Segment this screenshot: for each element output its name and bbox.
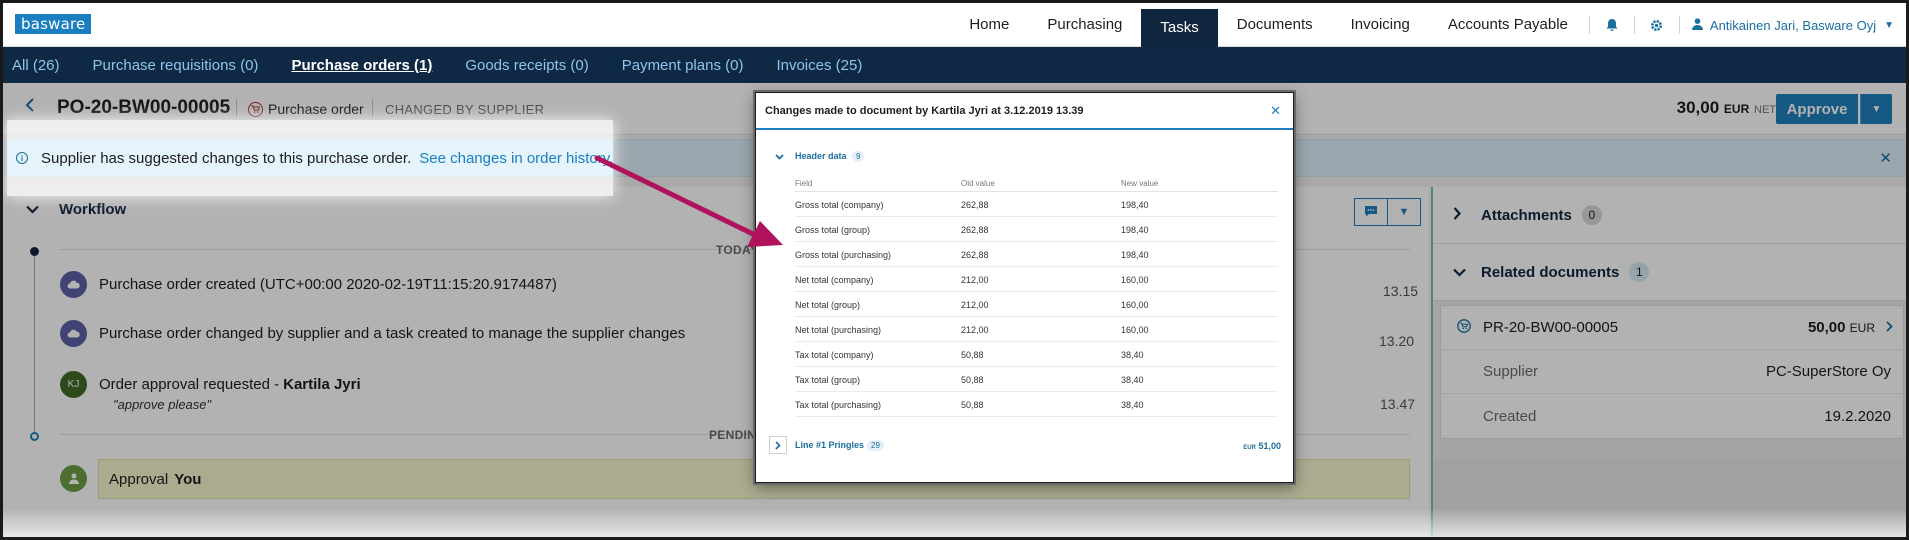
field-name: Tax total (group)	[795, 375, 861, 385]
table-row: Gross total (group) 262,88 198,40	[795, 217, 1278, 242]
table-row: Net total (company) 212,00 160,00	[795, 267, 1278, 292]
field-name: Net total (company)	[795, 275, 874, 285]
column-header-field: Field	[795, 179, 813, 188]
old-value: 212,00	[961, 325, 989, 335]
field-name: Gross total (group)	[795, 225, 871, 235]
header-data-count: 9	[852, 151, 865, 162]
close-icon[interactable]: ✕	[1270, 103, 1281, 119]
line-item-total: EUR 51,00	[1243, 441, 1281, 451]
field-name: Gross total (company)	[795, 200, 884, 210]
new-value: 198,40	[1121, 250, 1149, 260]
table-row: Gross total (purchasing) 262,88 198,40	[795, 242, 1278, 267]
dialog-title: Changes made to document by Kartila Jyri…	[756, 93, 1293, 130]
old-value: 262,88	[961, 250, 989, 260]
old-value: 212,00	[961, 300, 989, 310]
old-value: 50,88	[961, 375, 984, 385]
bottom-fade	[3, 508, 1906, 537]
new-value: 38,40	[1121, 375, 1144, 385]
column-header-old-value: Old value	[961, 179, 995, 188]
nav-purchasing[interactable]: Purchasing	[1028, 3, 1141, 47]
line-total-value: 51,00	[1258, 441, 1281, 451]
table-row: Net total (group) 212,00 160,00	[795, 292, 1278, 317]
gear-icon[interactable]	[1637, 3, 1677, 47]
new-value: 198,40	[1121, 200, 1149, 210]
table-row: Tax total (group) 50,88 38,40	[795, 367, 1278, 392]
new-value: 38,40	[1121, 400, 1144, 410]
line-item-title[interactable]: Line #1 Pringles	[795, 440, 864, 450]
tab-invoices[interactable]: Invoices (25)	[776, 57, 862, 74]
old-value: 262,88	[961, 200, 989, 210]
chevron-down-icon[interactable]	[775, 152, 784, 162]
nav-home[interactable]: Home	[950, 3, 1028, 47]
nav-invoicing[interactable]: Invoicing	[1332, 3, 1429, 47]
table-row: Net total (purchasing) 212,00 160,00	[795, 317, 1278, 342]
top-bar: basware Home Purchasing Tasks Documents …	[3, 3, 1906, 47]
table-row: Tax total (purchasing) 50,88 38,40	[795, 392, 1278, 417]
new-value: 160,00	[1121, 300, 1149, 310]
old-value: 262,88	[961, 225, 989, 235]
field-name: Net total (group)	[795, 300, 861, 310]
line-item-count: 29	[867, 440, 884, 451]
field-name: Tax total (company)	[795, 350, 874, 360]
task-filter-tabs: All (26) Purchase requisitions (0) Purch…	[3, 47, 1906, 83]
info-banner-text: Supplier has suggested changes to this p…	[41, 149, 412, 167]
new-value: 38,40	[1121, 350, 1144, 360]
tab-purchase-requisitions[interactable]: Purchase requisitions (0)	[93, 57, 259, 74]
main-nav: Home Purchasing Tasks Documents Invoicin…	[950, 3, 1906, 47]
field-name: Net total (purchasing)	[795, 325, 882, 335]
header-data-section-title[interactable]: Header data	[795, 151, 847, 161]
table-row: Tax total (company) 50,88 38,40	[795, 342, 1278, 367]
nav-divider	[1633, 16, 1635, 34]
tab-all[interactable]: All (26)	[12, 57, 60, 74]
nav-divider	[1678, 16, 1680, 34]
tab-payment-plans[interactable]: Payment plans (0)	[622, 57, 744, 74]
old-value: 212,00	[961, 275, 989, 285]
info-banner-message: i Supplier has suggested changes to this…	[3, 139, 613, 177]
order-history-link[interactable]: See changes in order history.	[419, 150, 613, 167]
chevron-right-icon[interactable]	[769, 436, 787, 454]
line-total-currency: EUR	[1243, 445, 1256, 451]
tab-goods-receipts[interactable]: Goods receipts (0)	[465, 57, 588, 74]
new-value: 198,40	[1121, 225, 1149, 235]
user-name: Antikainen Jari, Basware Oyj	[1709, 17, 1877, 33]
nav-tasks[interactable]: Tasks	[1141, 9, 1218, 47]
info-icon: i	[16, 152, 28, 164]
new-value: 160,00	[1121, 325, 1149, 335]
user-menu[interactable]: Antikainen Jari, Basware Oyj ▼	[1682, 3, 1906, 47]
nav-accounts-payable[interactable]: Accounts Payable	[1429, 3, 1587, 47]
table-row: Gross total (company) 262,88 198,40	[795, 192, 1278, 217]
bell-icon[interactable]	[1592, 3, 1632, 47]
column-header-new-value: New value	[1121, 179, 1159, 188]
nav-documents[interactable]: Documents	[1218, 3, 1332, 47]
user-icon	[1691, 17, 1703, 33]
old-value: 50,88	[961, 400, 984, 410]
nav-divider	[1588, 16, 1590, 34]
tab-purchase-orders[interactable]: Purchase orders (1)	[291, 57, 432, 74]
basware-logo[interactable]: basware	[15, 14, 92, 34]
old-value: 50,88	[961, 350, 984, 360]
changes-dialog: Changes made to document by Kartila Jyri…	[755, 92, 1294, 483]
field-name: Gross total (purchasing)	[795, 250, 892, 260]
field-name: Tax total (purchasing)	[795, 400, 882, 410]
new-value: 160,00	[1121, 275, 1149, 285]
app-window: basware Home Purchasing Tasks Documents …	[0, 0, 1909, 540]
caret-down-icon: ▼	[1884, 19, 1894, 31]
